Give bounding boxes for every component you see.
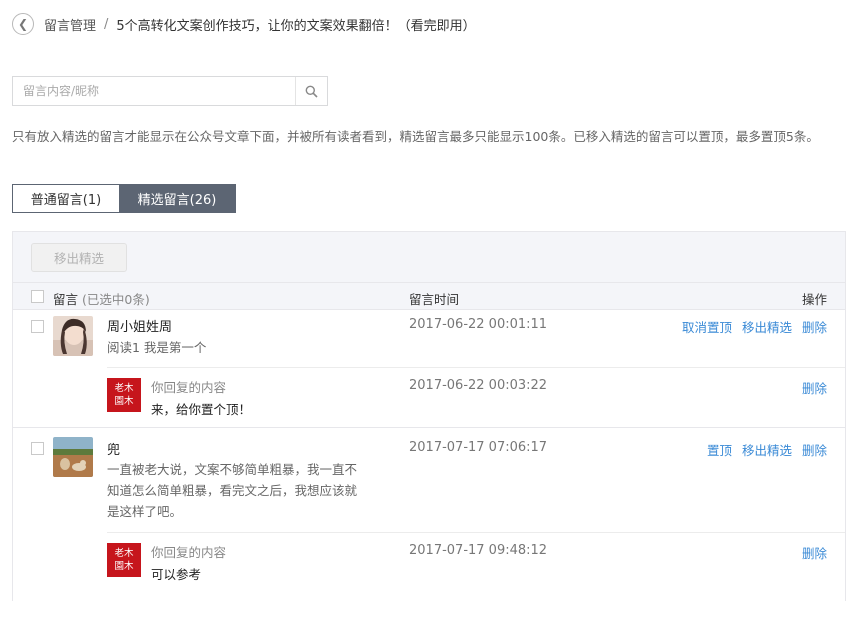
reply-delete-link[interactable]: 删除: [802, 546, 827, 561]
comment-message-line: 一直被老大说，文案不够简单粗暴，我一直不: [107, 462, 358, 477]
comment-ops: 取消置顶 移出精选 删除: [682, 317, 827, 336]
comment-message-line: 是这样了吧。: [107, 504, 183, 519]
reply-label: 你回复的内容: [151, 545, 227, 560]
header-message: 留言 (已选中0条): [53, 289, 150, 308]
comment-row: 兜 一直被老大说，文案不够简单粗暴，我一直不 知道怎么简单粗暴，看完文之后，我想…: [13, 428, 845, 600]
search-icon: [305, 85, 318, 98]
search-input[interactable]: [13, 77, 295, 105]
breadcrumb: ❮ 留言管理 / 5个高转化文案创作技巧，让你的文案效果翻倍！（看完即用）: [12, 10, 476, 38]
table-header: 留言 (已选中0条) 留言时间 操作: [13, 282, 845, 310]
breadcrumb-current: 5个高转化文案创作技巧，让你的文案效果翻倍！（看完即用）: [116, 18, 476, 34]
reply-text: 可以参考: [151, 567, 202, 582]
remove-featured-button[interactable]: 移出精选: [31, 242, 127, 272]
header-message-label: 留言: [53, 292, 79, 307]
back-icon[interactable]: ❮: [12, 13, 34, 35]
comment-time: 2017-06-22 00:01:11: [409, 317, 548, 332]
comment-message: 阅读1 我是第一个: [107, 340, 207, 355]
unpin-button[interactable]: 取消置顶: [682, 317, 732, 336]
comment-nickname: 周小姐姓周: [107, 320, 173, 335]
comment-nickname: 兜: [107, 443, 121, 458]
author-avatar: 老木 園木: [107, 543, 141, 577]
tab-featured-comments[interactable]: 精选留言(26): [119, 185, 235, 212]
comment-row: 周小姐姓周 阅读1 我是第一个 2017-06-22 00:01:11 取消置顶…: [13, 310, 845, 428]
comment-time: 2017-07-17 07:06:17: [409, 440, 548, 455]
header-ops: 操作: [801, 292, 827, 307]
remove-featured-link[interactable]: 移出精选: [742, 317, 792, 336]
reply-text: 来，给你置个顶！: [151, 402, 252, 417]
avatar: [53, 316, 93, 356]
comment-ops: 置顶 移出精选 删除: [707, 440, 827, 459]
header-selected-count: (已选中0条): [82, 292, 150, 307]
toolbar: 移出精选: [13, 232, 845, 282]
notice-text: 只有放入精选的留言才能显示在公众号文章下面，并被所有读者看到，精选留言最多只能显…: [12, 129, 819, 144]
breadcrumb-parent[interactable]: 留言管理: [44, 15, 96, 34]
author-avatar-text: 老木: [114, 383, 134, 394]
reply-time: 2017-07-17 09:48:12: [409, 543, 548, 558]
comments-panel: 移出精选 留言 (已选中0条) 留言时间 操作 周小姐姓周 阅读1 我是第一个 …: [12, 231, 846, 601]
comment-checkbox[interactable]: [31, 442, 44, 455]
comment-message: 一直被老大说，文案不够简单粗暴，我一直不 知道怎么简单粗暴，看完文之后，我想应该…: [107, 459, 397, 522]
breadcrumb-separator: /: [104, 16, 109, 32]
author-avatar-text: 老木: [114, 548, 134, 559]
tabs: 普通留言(1) 精选留言(26): [12, 184, 236, 213]
reply-block: 老木 園木 你回复的内容 可以参考 2017-07-17 09:48:12 删除: [107, 532, 845, 600]
select-all-checkbox[interactable]: [31, 290, 44, 303]
comment-message-line: 知道怎么简单粗暴，看完文之后，我想应该就: [107, 483, 358, 498]
author-avatar-text: 園木: [114, 561, 134, 572]
pin-button[interactable]: 置顶: [707, 440, 732, 459]
tab-normal-comments[interactable]: 普通留言(1): [13, 185, 119, 212]
author-avatar-text: 園木: [114, 396, 134, 407]
reply-block: 老木 園木 你回复的内容 来，给你置个顶！ 2017-06-22 00:03:2…: [107, 367, 845, 428]
author-avatar: 老木 園木: [107, 378, 141, 412]
avatar: [53, 437, 93, 477]
reply-delete-link[interactable]: 删除: [802, 381, 827, 396]
reply-label: 你回复的内容: [151, 380, 227, 395]
search-box: [12, 76, 328, 106]
header-time: 留言时间: [409, 292, 460, 307]
search-button[interactable]: [295, 77, 327, 105]
reply-time: 2017-06-22 00:03:22: [409, 378, 548, 393]
delete-link[interactable]: 删除: [802, 317, 827, 336]
delete-link[interactable]: 删除: [802, 440, 827, 459]
remove-featured-link[interactable]: 移出精选: [742, 440, 792, 459]
comment-checkbox[interactable]: [31, 320, 44, 333]
reply-ops: 删除: [802, 543, 827, 562]
reply-ops: 删除: [802, 378, 827, 397]
